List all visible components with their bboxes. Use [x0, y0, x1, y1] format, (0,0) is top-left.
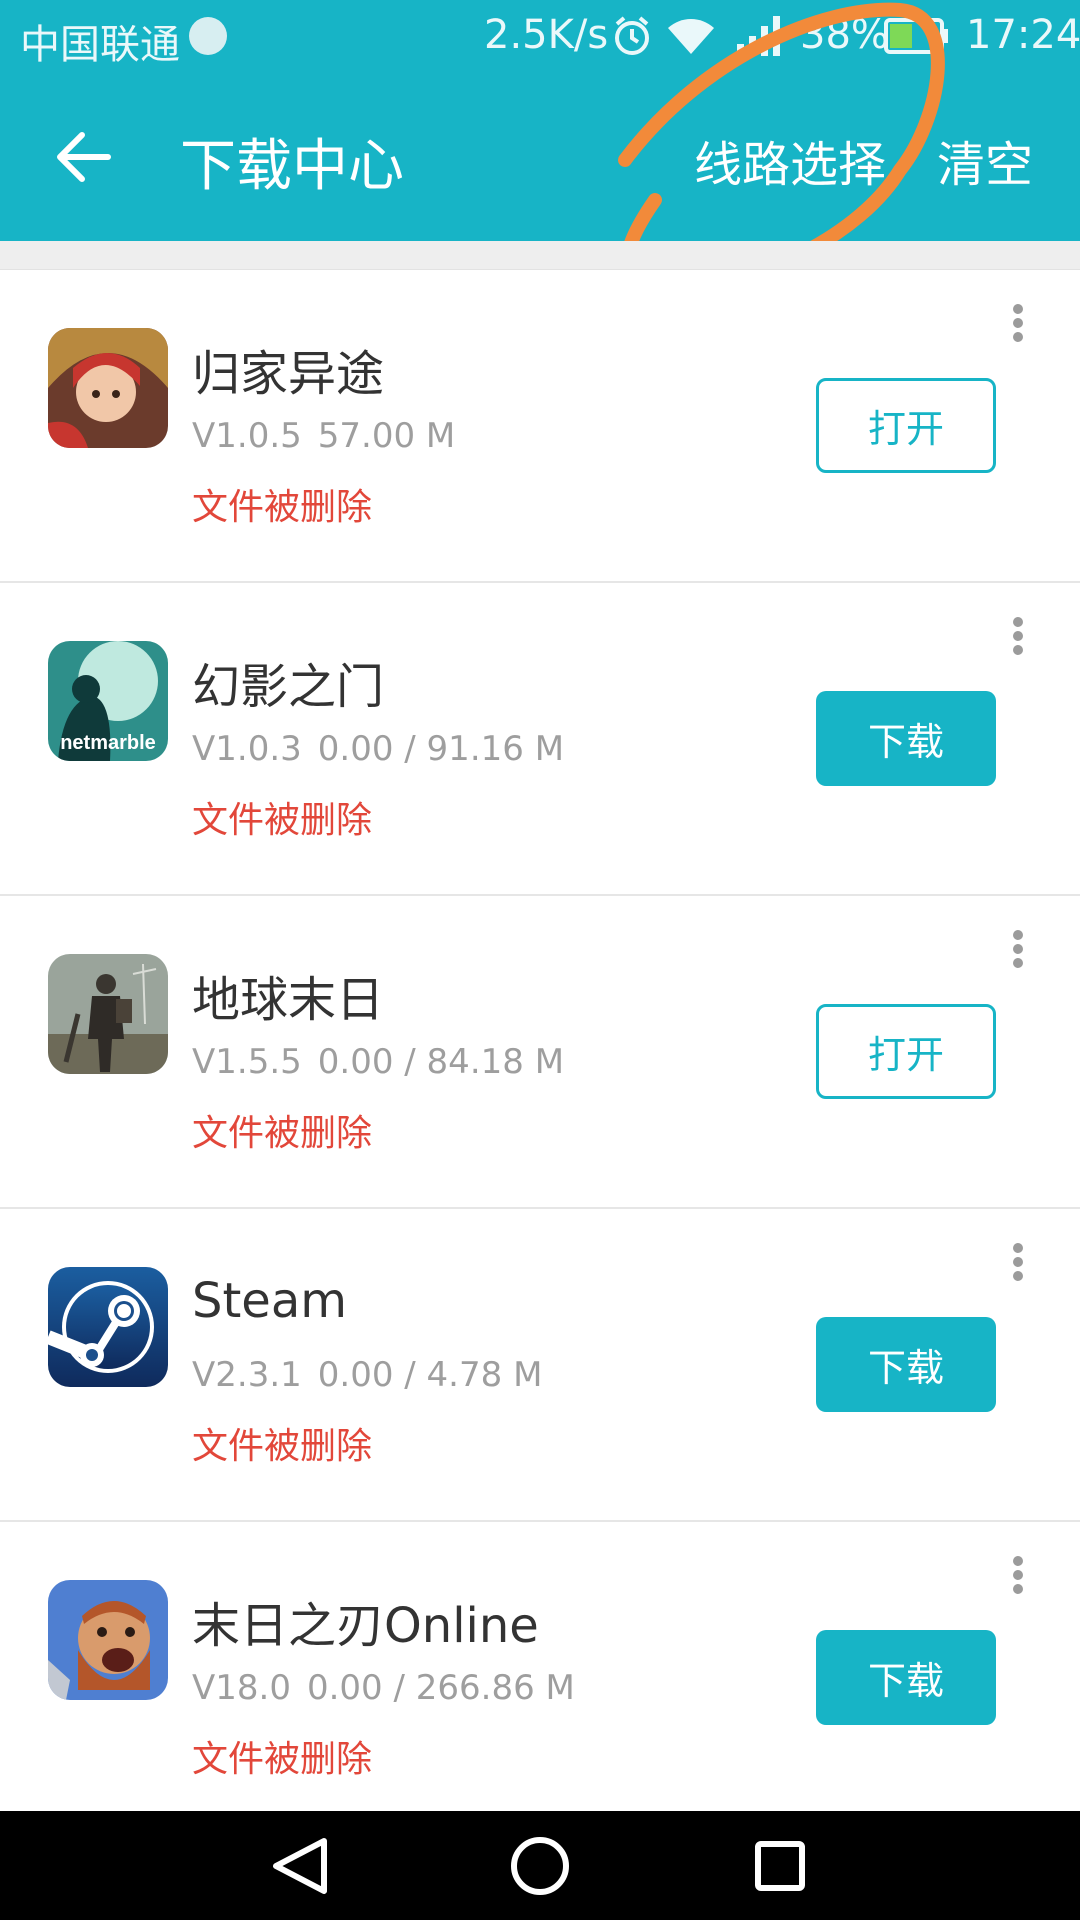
download-button[interactable]: 下载 — [816, 1317, 996, 1412]
app-icon-moriblade — [48, 1580, 168, 1700]
app-version: V1.0.5 — [192, 416, 302, 456]
wifi-icon — [666, 14, 716, 68]
back-triangle-icon — [230, 1838, 370, 1924]
app-size: 0.00 / 4.78 M — [317, 1355, 543, 1395]
app-name: 地球末日 — [192, 972, 385, 1028]
app-size: 57.00 M — [317, 416, 456, 456]
net-speed: 2.5K/s — [484, 12, 609, 58]
section-gap — [0, 241, 1080, 270]
app-version: V2.3.1 — [192, 1355, 302, 1395]
nav-back-button[interactable] — [230, 1811, 370, 1920]
app-version: V1.5.5 — [192, 1042, 302, 1082]
download-button[interactable]: 下载 — [816, 1630, 996, 1725]
app-meta: V1.5.5 0.00 / 84.18 M — [192, 1042, 564, 1082]
recents-square-icon — [710, 1841, 850, 1924]
status-text: 文件被删除 — [192, 1739, 373, 1780]
download-button[interactable]: 下载 — [816, 691, 996, 786]
status-bar: 中国联通 2.5K/s 38% 17:24 — [0, 0, 1080, 75]
system-nav-bar — [0, 1811, 1080, 1920]
app-bar: 下载中心 线路选择 清空 — [0, 75, 1080, 241]
app-size: 0.00 / 84.18 M — [317, 1042, 565, 1082]
download-list: 归家异途 V1.0.5 57.00 M 文件被删除 打开 netmarble 幻影… — [0, 270, 1080, 1835]
netmarble-logo-text: netmarble — [60, 732, 156, 754]
app-meta: V1.0.5 57.00 M — [192, 416, 455, 456]
more-menu-button[interactable] — [1000, 926, 1036, 980]
app-meta: V1.0.3 0.00 / 91.16 M — [192, 729, 564, 769]
app-icon-diqiu — [48, 954, 168, 1074]
app-icon-guijia — [48, 328, 168, 448]
list-item[interactable]: 末日之刃Online V18.0 0.00 / 266.86 M 文件被删除 下载 — [0, 1522, 1080, 1835]
app-size: 0.00 / 91.16 M — [317, 729, 565, 769]
arrow-left-icon — [52, 132, 116, 193]
carrier-badge-icon — [189, 17, 227, 55]
list-item[interactable]: Steam V2.3.1 0.00 / 4.78 M 文件被删除 下载 — [0, 1209, 1080, 1522]
app-icon-huanying: netmarble — [48, 641, 168, 761]
app-version: V18.0 — [192, 1668, 291, 1708]
app-name: 归家异途 — [192, 346, 385, 402]
signal-icon — [735, 14, 785, 68]
alarm-icon — [612, 14, 652, 68]
carrier-name: 中国联通 — [20, 22, 180, 68]
back-button[interactable] — [52, 125, 116, 189]
more-menu-button[interactable] — [1000, 613, 1036, 667]
home-circle-icon — [470, 1837, 610, 1924]
list-item[interactable]: netmarble 幻影之门 V1.0.3 0.00 / 91.16 M 文件被删… — [0, 583, 1080, 896]
clock: 17:24 — [966, 12, 1080, 58]
status-text: 文件被删除 — [192, 1113, 373, 1154]
open-button[interactable]: 打开 — [816, 1004, 996, 1099]
more-menu-button[interactable] — [1000, 1239, 1036, 1293]
list-item[interactable]: 地球末日 V1.5.5 0.00 / 84.18 M 文件被删除 打开 — [0, 896, 1080, 1209]
app-version: V1.0.3 — [192, 729, 302, 769]
status-text: 文件被删除 — [192, 800, 373, 841]
status-text: 文件被删除 — [192, 1426, 373, 1467]
nav-home-button[interactable] — [470, 1811, 610, 1920]
app-name: 末日之刃Online — [192, 1598, 539, 1654]
app-size: 0.00 / 266.86 M — [306, 1668, 575, 1708]
app-name: 幻影之门 — [192, 659, 385, 715]
open-button[interactable]: 打开 — [816, 378, 996, 473]
more-menu-button[interactable] — [1000, 300, 1036, 354]
more-menu-button[interactable] — [1000, 1552, 1036, 1606]
page-title: 下载中心 — [180, 134, 404, 199]
app-meta: V2.3.1 0.00 / 4.78 M — [192, 1355, 542, 1395]
battery-percent: 38% — [800, 12, 889, 58]
clear-button[interactable]: 清空 — [937, 125, 1033, 195]
nav-recents-button[interactable] — [710, 1811, 850, 1920]
route-select-button[interactable]: 线路选择 — [694, 125, 886, 195]
app-name: Steam — [192, 1273, 347, 1329]
steam-icon — [48, 1267, 168, 1387]
app-meta: V18.0 0.00 / 266.86 M — [192, 1668, 575, 1708]
list-item[interactable]: 归家异途 V1.0.5 57.00 M 文件被删除 打开 — [0, 270, 1080, 583]
battery-icon — [884, 14, 950, 68]
status-text: 文件被删除 — [192, 487, 373, 528]
